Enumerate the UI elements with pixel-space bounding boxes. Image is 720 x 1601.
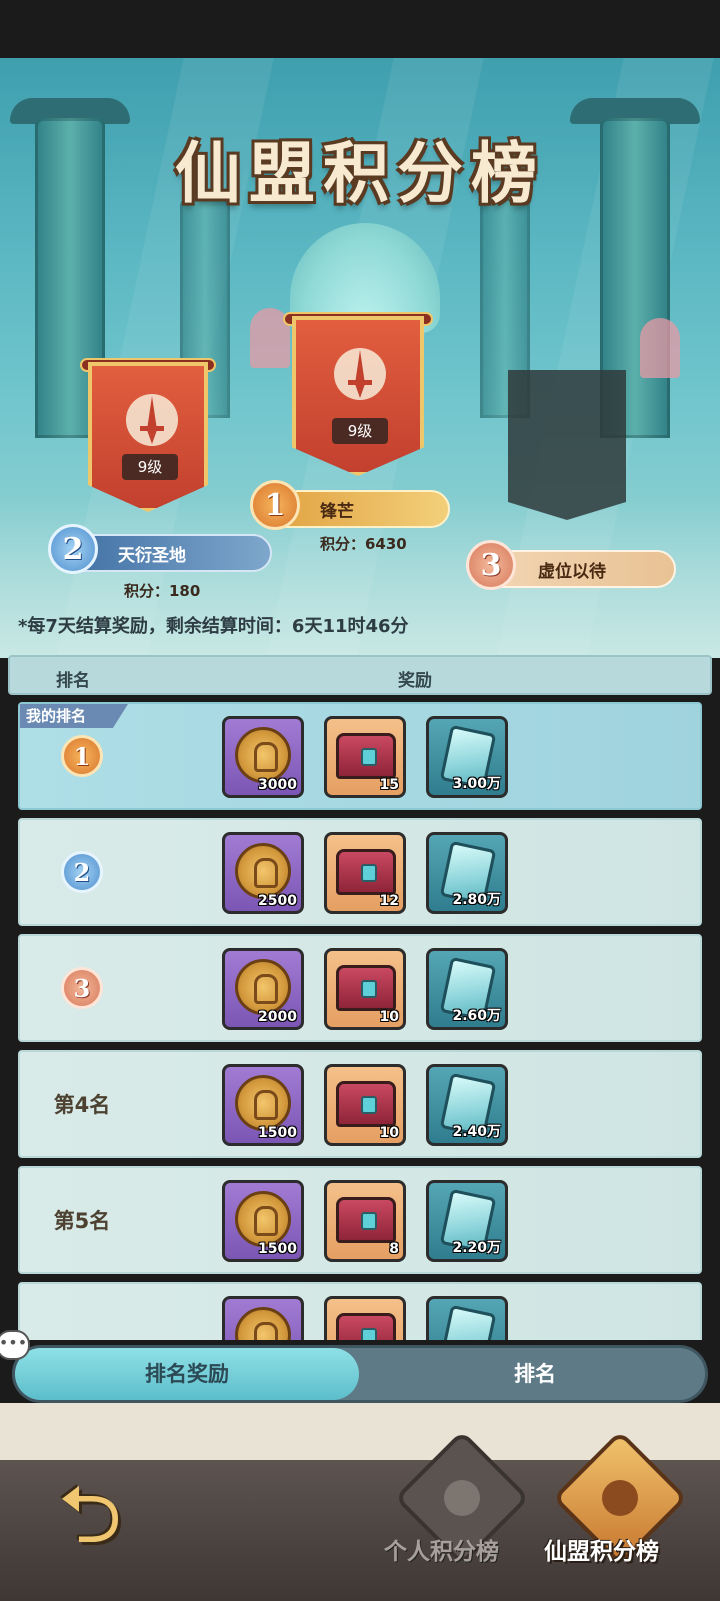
rank-1-medal-icon: 1 [250,480,300,530]
guild-name: 锋芒 [320,501,354,522]
reward-quantity: 1500 [258,1125,297,1141]
reward-quantity: 12 [379,893,399,909]
treasure-chest-icon [336,1313,396,1340]
chat-icon[interactable]: ••• [0,1330,30,1360]
alliance-leaderboard-label[interactable]: 仙盟积分榜 [544,1532,659,1566]
reward-quantity: 3000 [258,777,297,793]
rank-1-medal-icon: 1 [61,735,103,777]
reward-quantity: 1500 [258,1241,297,1257]
guild-banner-1[interactable]: 9级 [292,316,424,476]
row-rank: 3 [20,936,144,1040]
coin-icon [235,1191,291,1247]
coin-icon [235,1075,291,1131]
personal-leaderboard-label[interactable]: 个人积分榜 [384,1532,499,1566]
reward-row-3: 3 2000 10 2.60万 [18,934,702,1042]
reward-jade[interactable]: 2.20万 [426,1180,508,1262]
guild-score: 积分：180 [124,582,201,600]
guild-score: 积分：6430 [320,535,407,553]
page-title: 仙盟积分榜 [175,134,545,212]
reward-column-header: 奖励 [398,671,432,691]
reward-coin[interactable]: 2000 [222,948,304,1030]
row-rank: 第4名 [20,1052,144,1156]
reward-chest[interactable]: 15 [324,716,406,798]
tab-bar: 排名奖励 排名 [12,1345,708,1403]
treasure-chest-icon [336,1197,396,1243]
reward-row-4: 第4名 1500 10 2.40万 [18,1050,702,1158]
reward-jade[interactable]: 3.00万 [426,716,508,798]
treasure-chest-icon [336,965,396,1011]
back-arrow-icon: ⮌ [57,1468,123,1561]
reward-quantity: 2.20万 [452,1240,501,1256]
reward-chest[interactable]: 8 [324,1180,406,1262]
reward-jade[interactable] [426,1296,508,1340]
reward-coin[interactable]: 1500 [222,1064,304,1146]
status-bar [0,0,720,58]
reward-coin[interactable]: 2500 [222,832,304,914]
rank-2-medal-icon: 2 [48,524,98,574]
reward-quantity: 2000 [258,1009,297,1025]
guild-banner-2[interactable]: 9级 [88,362,208,512]
sword-emblem-icon [126,394,178,446]
vacant-banner [508,370,626,520]
guild-name: 虚位以待 [538,561,606,582]
coral [640,318,680,378]
reward-chest[interactable]: 10 [324,948,406,1030]
settlement-countdown: *每7天结算奖励，剩余结算时间：6天11时46分 [18,616,409,637]
tab-rank-rewards[interactable]: 排名奖励 [15,1348,359,1400]
treasure-chest-icon [336,849,396,895]
coin-icon [235,1307,291,1340]
reward-jade[interactable]: 2.40万 [426,1064,508,1146]
coin-icon [235,959,291,1015]
reward-jade[interactable]: 2.60万 [426,948,508,1030]
guild-level: 9级 [332,418,388,444]
treasure-chest-icon [336,733,396,779]
reward-quantity: 3.00万 [452,776,501,792]
rank-label: 第5名 [53,1209,111,1233]
rank-label: 第4名 [53,1093,111,1117]
sword-emblem-icon [334,348,386,400]
reward-quantity: 2.80万 [452,892,501,908]
rank-column-header: 排名 [56,671,90,691]
person-icon [444,1480,480,1516]
reward-chest[interactable] [324,1296,406,1340]
reward-row-2: 2 2500 12 2.80万 [18,818,702,926]
jade-stone-icon [439,1304,497,1340]
treasure-chest-icon [336,1081,396,1127]
reward-jade[interactable]: 2.80万 [426,832,508,914]
row-rank: 2 [20,820,144,924]
rank-3-medal-icon: 3 [61,967,103,1009]
rank-3-medal-icon: 3 [466,540,516,590]
reward-quantity: 10 [379,1125,399,1141]
reward-coin[interactable]: 1500 [222,1180,304,1262]
alliance-icon [602,1480,638,1516]
reward-chest[interactable]: 10 [324,1064,406,1146]
row-rank: 1 [20,704,144,808]
reward-row-5: 第5名 1500 8 2.20万 [18,1166,702,1274]
coin-icon [235,727,291,783]
reward-quantity: 15 [379,777,399,793]
tab-rankings[interactable]: 排名 [365,1348,705,1400]
reward-coin[interactable]: 3000 [222,716,304,798]
reward-quantity: 8 [389,1241,399,1257]
reward-row-6 [18,1282,702,1340]
coin-icon [235,843,291,899]
reward-quantity: 2.60万 [452,1008,501,1024]
guild-level: 9级 [122,454,178,480]
back-button[interactable]: ⮌ [30,1470,150,1560]
reward-chest[interactable]: 12 [324,832,406,914]
reward-table-header: 排名 奖励 [8,655,712,695]
guild-name: 天衍圣地 [118,545,186,566]
rank-2-medal-icon: 2 [61,851,103,893]
reward-quantity: 10 [379,1009,399,1025]
reward-quantity: 2.40万 [452,1124,501,1140]
reward-row-1: 我的排名 1 3000 15 3.00万 [18,702,702,810]
row-rank: 第5名 [20,1168,144,1272]
reward-quantity: 2500 [258,893,297,909]
reward-list[interactable]: 我的排名 1 3000 15 3.00万 2 2500 12 2.80万 3 2… [0,700,720,1340]
reward-coin[interactable] [222,1296,304,1340]
